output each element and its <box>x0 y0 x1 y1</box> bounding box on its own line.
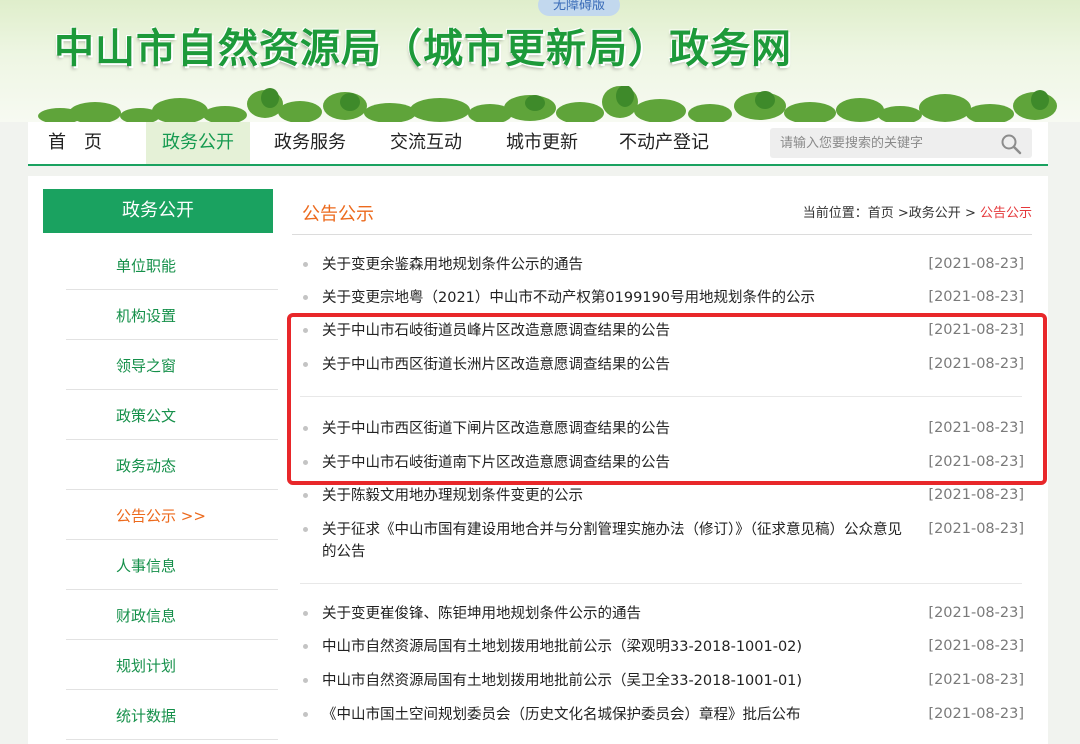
sidebar-item-policy-documents[interactable]: 政策公文 <box>66 390 278 440</box>
search-icon[interactable] <box>1000 133 1022 155</box>
search-input[interactable] <box>770 128 990 158</box>
breadcrumb-home-link[interactable]: 首页 <box>868 206 894 221</box>
sidebar-item-unit-functions[interactable]: 单位职能 <box>66 240 278 290</box>
notice-title-link[interactable]: 关于变更崔俊锋、陈钜坤用地规划条件公示的通告 <box>322 603 912 625</box>
list-divider <box>300 396 1022 397</box>
bullet-dot-icon <box>303 493 308 498</box>
sidebar-item-personnel[interactable]: 人事信息 <box>66 540 278 590</box>
sidebar-item-label: 财政信息 <box>116 607 177 625</box>
sidebar-item-leadership[interactable]: 领导之窗 <box>66 340 278 390</box>
list-item[interactable]: 关于变更余鉴森用地规划条件公示的通告 [2021-08-23] <box>300 254 1024 276</box>
breadcrumb-separator: > <box>893 206 909 221</box>
bullet-dot-icon <box>303 611 308 616</box>
breadcrumb-current: 公告公示 <box>979 206 1032 221</box>
list-item[interactable]: 关于中山市西区街道下闸片区改造意愿调查结果的公告 [2021-08-23] <box>300 418 1024 440</box>
list-item[interactable]: 关于陈毅文用地办理规划条件变更的公示 [2021-08-23] <box>300 485 1024 507</box>
sidebar-item-label: 规划计划 <box>116 657 177 675</box>
breadcrumb-gov-open-link[interactable]: 政务公开 <box>909 206 961 221</box>
page-title: 公告公示 <box>302 204 374 225</box>
breadcrumb-separator: > <box>960 206 980 221</box>
bullet-dot-icon <box>303 362 308 367</box>
nav-item-real-estate-registration[interactable]: 不动产登记 <box>614 122 714 164</box>
sidebar-item-label: 机构设置 <box>116 307 177 325</box>
sidebar-title: 政务公开 <box>43 189 273 233</box>
bullet-dot-icon <box>303 460 308 465</box>
breadcrumb: 当前位置：首页 >政务公开 > 公告公示 <box>803 202 1032 221</box>
nav-item-home[interactable]: 首 页 <box>42 122 108 164</box>
notice-title-link[interactable]: 《中山市国土空间规划委员会（历史文化名城保护委员会）章程》批后公布 <box>322 704 912 726</box>
site-title: 中山市自然资源局（城市更新局）政务网 <box>54 26 792 72</box>
sidebar-item-announcements[interactable]: 公告公示 >> <box>66 490 278 540</box>
notice-date: [2021-08-23] <box>928 289 1024 305</box>
list-item[interactable]: 关于中山市西区街道长洲片区改造意愿调查结果的公告 [2021-08-23] <box>300 354 1024 376</box>
notice-date: [2021-08-23] <box>928 322 1024 338</box>
notice-date: [2021-08-23] <box>928 521 1024 537</box>
notice-date: [2021-08-23] <box>928 487 1024 503</box>
notice-title-link[interactable]: 中山市自然资源局国有土地划拨用地批前公示（梁观明33-2018-1001-02) <box>322 636 912 658</box>
bullet-dot-icon <box>303 328 308 333</box>
sidebar-item-planning[interactable]: 规划计划 <box>66 640 278 690</box>
bullet-dot-icon <box>303 644 308 649</box>
notice-title-link[interactable]: 关于陈毅文用地办理规划条件变更的公示 <box>322 485 912 507</box>
tree-skyline-decoration <box>38 86 1057 122</box>
sidebar-item-organization[interactable]: 机构设置 <box>66 290 278 340</box>
bullet-dot-icon <box>303 426 308 431</box>
notice-date: [2021-08-23] <box>928 420 1024 436</box>
notice-title-link[interactable]: 关于变更余鉴森用地规划条件公示的通告 <box>322 254 912 276</box>
list-item[interactable]: 关于中山市石岐街道南下片区改造意愿调查结果的公告 [2021-08-23] <box>300 452 1024 474</box>
bullet-dot-icon <box>303 262 308 267</box>
notice-date: [2021-08-23] <box>928 356 1024 372</box>
notice-date: [2021-08-23] <box>928 638 1024 654</box>
notice-date: [2021-08-23] <box>928 706 1024 722</box>
sidebar-item-label: 政策公文 <box>116 407 177 425</box>
notice-date: [2021-08-23] <box>928 605 1024 621</box>
nav-item-gov-service[interactable]: 政务服务 <box>268 122 352 164</box>
list-item[interactable]: 关于变更崔俊锋、陈钜坤用地规划条件公示的通告 [2021-08-23] <box>300 603 1024 625</box>
bullet-dot-icon <box>303 712 308 717</box>
sidebar-item-finance[interactable]: 财政信息 <box>66 590 278 640</box>
nav-item-urban-renewal[interactable]: 城市更新 <box>500 122 584 164</box>
nav-item-interaction[interactable]: 交流互动 <box>384 122 468 164</box>
list-item[interactable]: 关于变更宗地粤（2021）中山市不动产权第0199190号用地规划条件的公示 [… <box>300 287 1024 309</box>
sidebar-item-gov-news[interactable]: 政务动态 <box>66 440 278 490</box>
list-item[interactable]: 关于中山市石岐街道员峰片区改造意愿调查结果的公告 [2021-08-23] <box>300 320 1024 342</box>
sidebar-item-label: 统计数据 <box>116 707 177 725</box>
notice-title-link[interactable]: 关于中山市西区街道长洲片区改造意愿调查结果的公告 <box>322 354 912 376</box>
bullet-dot-icon <box>303 295 308 300</box>
list-item[interactable]: 关于征求《中山市国有建设用地合并与分割管理实施办法（修订）》（征求意见稿）公众意… <box>300 519 1024 563</box>
list-divider <box>300 583 1022 584</box>
notice-date: [2021-08-23] <box>928 256 1024 272</box>
notice-date: [2021-08-23] <box>928 454 1024 470</box>
notice-title-link[interactable]: 中山市自然资源局国有土地划拨用地批前公示（吴卫全33-2018-1001-01) <box>322 670 912 692</box>
sidebar-item-label: 公告公示 >> <box>116 507 206 525</box>
sidebar-item-label: 人事信息 <box>116 557 177 575</box>
notice-title-link[interactable]: 关于征求《中山市国有建设用地合并与分割管理实施办法（修订）》（征求意见稿）公众意… <box>322 519 912 563</box>
site-header: 无障碍版 中山市自然资源局（城市更新局）政务网 <box>0 0 1080 122</box>
notice-date: [2021-08-23] <box>928 672 1024 688</box>
main-nav: 首 页 政务公开 政务服务 交流互动 城市更新 不动产登记 <box>28 122 1048 166</box>
list-item[interactable]: 中山市自然资源局国有土地划拨用地批前公示（梁观明33-2018-1001-02)… <box>300 636 1024 658</box>
accessible-version-link[interactable]: 无障碍版 <box>538 0 620 16</box>
sidebar-item-statistics[interactable]: 统计数据 <box>66 690 278 740</box>
breadcrumb-prefix: 当前位置： <box>802 206 868 221</box>
search-box <box>770 128 1032 158</box>
notice-title-link[interactable]: 关于中山市石岐街道员峰片区改造意愿调查结果的公告 <box>322 320 912 342</box>
notice-title-link[interactable]: 关于变更宗地粤（2021）中山市不动产权第0199190号用地规划条件的公示 <box>322 287 912 309</box>
sidebar-item-label: 政务动态 <box>116 457 177 475</box>
sidebar-item-label: 单位职能 <box>116 257 177 275</box>
notice-title-link[interactable]: 关于中山市西区街道下闸片区改造意愿调查结果的公告 <box>322 418 912 440</box>
bullet-dot-icon <box>303 527 308 532</box>
sidebar-item-label: 领导之窗 <box>116 357 177 375</box>
list-item[interactable]: 中山市自然资源局国有土地划拨用地批前公示（吴卫全33-2018-1001-01)… <box>300 670 1024 692</box>
notice-title-link[interactable]: 关于中山市石岐街道南下片区改造意愿调查结果的公告 <box>322 452 912 474</box>
nav-item-gov-open[interactable]: 政务公开 <box>146 122 250 164</box>
section-divider <box>292 234 1032 235</box>
bullet-dot-icon <box>303 678 308 683</box>
list-item[interactable]: 《中山市国土空间规划委员会（历史文化名城保护委员会）章程》批后公布 [2021-… <box>300 704 1024 726</box>
